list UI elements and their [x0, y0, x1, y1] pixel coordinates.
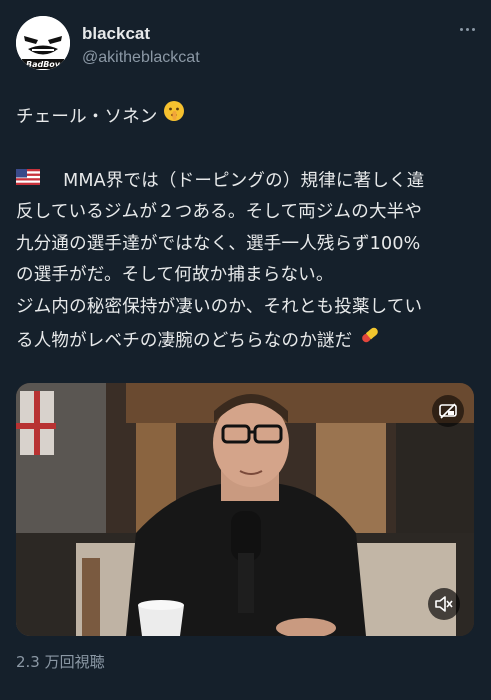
view-count: 2.3 万回視聴 [16, 653, 105, 671]
us-flag-emoji [16, 165, 40, 197]
tweet-line: 九分通の選手達がではなく、選手一人残らず100% [16, 233, 421, 254]
tweet-body: チェール・ソネン MMA界では（ドーピングの）規律に著しく違 反しているジムが２… [16, 100, 478, 359]
tweet-line: 反しているジムが２つある。そして両ジムの大半や [16, 202, 423, 223]
avatar[interactable]: BadBoy [16, 16, 70, 70]
avatar-logo-text: BadBoy [26, 60, 61, 69]
bad-boy-face-icon: BadBoy [16, 16, 70, 70]
display-name[interactable]: blackcat [82, 24, 200, 44]
video-player[interactable] [16, 383, 474, 636]
picture-in-picture-icon[interactable] [432, 395, 464, 427]
tweet-line: MMA界では（ドーピングの）規律に著しく違 [16, 165, 478, 197]
tweet-line-text: MMA界では（ドーピングの）規律に著しく違 [63, 170, 425, 191]
mute-speaker-icon[interactable] [428, 588, 460, 620]
tweet-line [16, 134, 478, 166]
video-frame [16, 383, 474, 636]
more-options-icon[interactable] [457, 24, 477, 34]
tweet-line: ジム内の秘密保持が凄いのか、それとも投薬してい [16, 296, 423, 317]
tweet-line: る人物がレベチの凄腕のどちらなのか謎だ [16, 323, 478, 359]
tweet-line-text: る人物がレベチの凄腕のどちらなのか謎だ [16, 331, 353, 351]
tweet-line-text: チェール・ソネン [16, 106, 158, 127]
tweet-line: の選手がだ。そして何故か捕まらない。 [16, 265, 334, 286]
author-names: blackcat @akitheblackcat [82, 24, 200, 69]
tweet-header: BadBoy blackcat @akitheblackcat [16, 16, 479, 74]
tweet-line: チェール・ソネン [16, 100, 478, 134]
user-handle[interactable]: @akitheblackcat [82, 47, 200, 69]
pill-emoji [358, 323, 382, 359]
shushing-face-emoji [163, 100, 185, 134]
